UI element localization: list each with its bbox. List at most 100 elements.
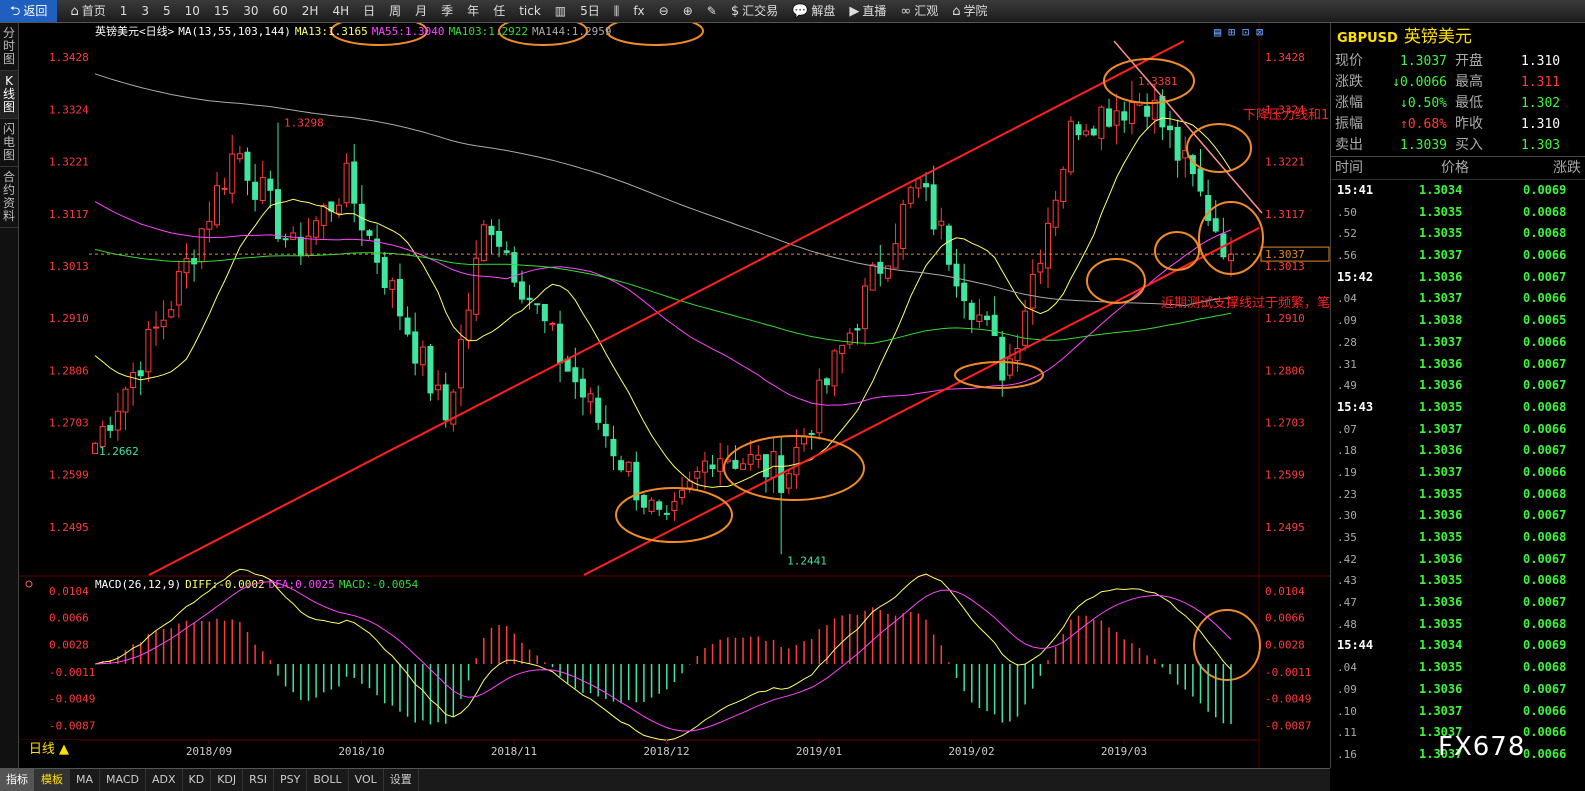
- indicator-tab-1[interactable]: 模板: [35, 769, 70, 791]
- period-8[interactable]: 4H: [325, 0, 356, 22]
- period-2[interactable]: 5: [156, 0, 178, 22]
- candle-body: [831, 350, 838, 387]
- chart-tool-icon: ⊡: [1242, 25, 1249, 39]
- indicator-tab-9[interactable]: BOLL: [307, 769, 349, 791]
- tick-change: 0.0066: [1523, 334, 1567, 349]
- quote-row: 现价 1.3037 开盘 1.310: [1331, 51, 1585, 72]
- period-14[interactable]: 任: [486, 0, 512, 22]
- tick-change: 0.0066: [1523, 746, 1567, 761]
- zoom-in-icon[interactable]: ⊕: [676, 0, 700, 22]
- tick-row: 15:42 1.3036 0.0067: [1331, 267, 1585, 289]
- indicator-tab-7[interactable]: RSI: [243, 769, 275, 791]
- candle-body: [640, 494, 647, 508]
- candle-icon[interactable]: ⫼: [607, 0, 627, 22]
- candle-body: [1083, 130, 1090, 136]
- left-tab-2[interactable]: 闪电图: [0, 119, 18, 167]
- huiguan-button[interactable]: ∞ 汇观: [893, 0, 945, 22]
- candle-body: [1128, 102, 1135, 125]
- period-5[interactable]: 30: [236, 0, 265, 22]
- candle-body: [816, 379, 823, 434]
- tick-row: .50 1.3035 0.0068: [1331, 202, 1585, 224]
- tick-price: 1.3036: [1419, 269, 1463, 284]
- xueyuan-button[interactable]: ⌂ 学院: [945, 0, 994, 22]
- period-10[interactable]: 周: [382, 0, 408, 22]
- tick-price: 1.3036: [1419, 551, 1463, 566]
- bar-chart-icon[interactable]: ▥: [548, 0, 573, 22]
- tick-header-change: 涨跌: [1553, 160, 1581, 176]
- tick-time: 15:41: [1337, 183, 1374, 197]
- home-button[interactable]: ⌂ 首页: [63, 0, 112, 22]
- tick-change: 0.0067: [1523, 269, 1567, 284]
- tick-list[interactable]: 15:41 1.3034 0.0069 .50 1.3035 0.0068 .52 1.303…: [1331, 180, 1585, 766]
- annotation-text-1: 下降压力线和13日均线始终有反压: [1243, 107, 1330, 123]
- period-7[interactable]: 2H: [295, 0, 326, 22]
- indicator-tab-0[interactable]: 指标: [0, 769, 35, 791]
- period-15[interactable]: tick: [512, 0, 548, 22]
- zhibo-button[interactable]: ▶ 直播: [842, 0, 893, 22]
- tick-time: .10: [1337, 704, 1357, 718]
- indicator-tab-11[interactable]: 设置: [384, 769, 419, 791]
- candle-body: [549, 322, 556, 326]
- period-11[interactable]: 月: [408, 0, 434, 22]
- back-button[interactable]: ⮌ 返回: [0, 0, 58, 22]
- period-9[interactable]: 日: [356, 0, 382, 22]
- period-1[interactable]: 3: [134, 0, 156, 22]
- indicator-tab-2[interactable]: MA: [70, 769, 101, 791]
- candle-body: [1113, 110, 1120, 126]
- tick-header-price: 价格: [1441, 160, 1469, 176]
- period-selector[interactable]: 日线 ▲: [19, 740, 79, 760]
- tick-row: .04 1.3037 0.0066: [1331, 288, 1585, 310]
- quote-summary: 现价 1.3037 开盘 1.310 涨跌 ↓0.0066 最高 1.311 涨幅 ↓0.50% 最…: [1331, 51, 1585, 156]
- high-label-2: 1.3381: [1138, 75, 1178, 88]
- period-13[interactable]: 年: [460, 0, 486, 22]
- indicator-tab-6[interactable]: KDJ: [211, 769, 244, 791]
- period-3[interactable]: 10: [178, 0, 207, 22]
- tick-price: 1.3038: [1419, 313, 1463, 328]
- left-tab-0[interactable]: 分时图: [0, 23, 18, 71]
- indicator-tab-5[interactable]: KD: [183, 769, 212, 791]
- left-tab-1[interactable]: K线图: [0, 71, 18, 119]
- indicator-tab-10[interactable]: VOL: [349, 769, 384, 791]
- candle-body: [191, 258, 198, 265]
- tick-row: .48 1.3035 0.0068: [1331, 614, 1585, 636]
- huijiaoyi-button[interactable]: $ 汇交易: [724, 0, 785, 22]
- zoom-out-icon[interactable]: ⊖: [652, 0, 676, 22]
- price-tick-label-left: 1.2599: [49, 469, 89, 482]
- tick-row: 15:43 1.3035 0.0068: [1331, 397, 1585, 419]
- candle-body: [968, 302, 975, 320]
- candle-body: [396, 279, 403, 317]
- tick-time: .04: [1337, 661, 1357, 675]
- chart-header: 英镑美元<日线> MA(13,55,103,144) MA13:1.3165 MA55…: [95, 24, 612, 38]
- period-0[interactable]: 1: [113, 0, 135, 22]
- candle-body: [1144, 105, 1151, 117]
- jiepan-button[interactable]: 💬 解盘: [785, 0, 842, 22]
- quote-value: 1.310: [1521, 54, 1561, 69]
- tick-change: 0.0067: [1523, 551, 1567, 566]
- left-tab-3[interactable]: 合约资料: [0, 167, 18, 228]
- candle-body: [198, 228, 205, 263]
- candle-body: [1060, 168, 1067, 202]
- five-day-button[interactable]: 5日: [573, 0, 607, 22]
- indicator-tab-3[interactable]: MACD: [100, 769, 146, 791]
- tick-row: .52 1.3035 0.0068: [1331, 223, 1585, 245]
- candle-body: [1067, 120, 1074, 173]
- tick-change: 0.0069: [1523, 638, 1567, 653]
- candle-body: [244, 151, 251, 181]
- candle-body: [503, 250, 510, 253]
- quote-label: 卖出: [1335, 137, 1363, 153]
- candle-body: [701, 460, 708, 473]
- tick-change: 0.0066: [1523, 464, 1567, 479]
- period-6[interactable]: 60: [265, 0, 294, 22]
- candle-body: [92, 442, 98, 454]
- candle-body: [152, 326, 159, 329]
- period-4[interactable]: 15: [207, 0, 236, 22]
- tick-row: .43 1.3035 0.0068: [1331, 570, 1585, 592]
- indicator-tab-8[interactable]: PSY: [274, 769, 308, 791]
- indicator-tab-4[interactable]: ADX: [146, 769, 183, 791]
- draw-icon[interactable]: ✎: [700, 0, 724, 22]
- tick-time: .11: [1337, 726, 1357, 740]
- quote-value: ↓0.0066: [1392, 75, 1447, 90]
- fx-button[interactable]: fx: [626, 0, 651, 22]
- tick-row: .10 1.3037 0.0066: [1331, 701, 1585, 723]
- period-12[interactable]: 季: [434, 0, 460, 22]
